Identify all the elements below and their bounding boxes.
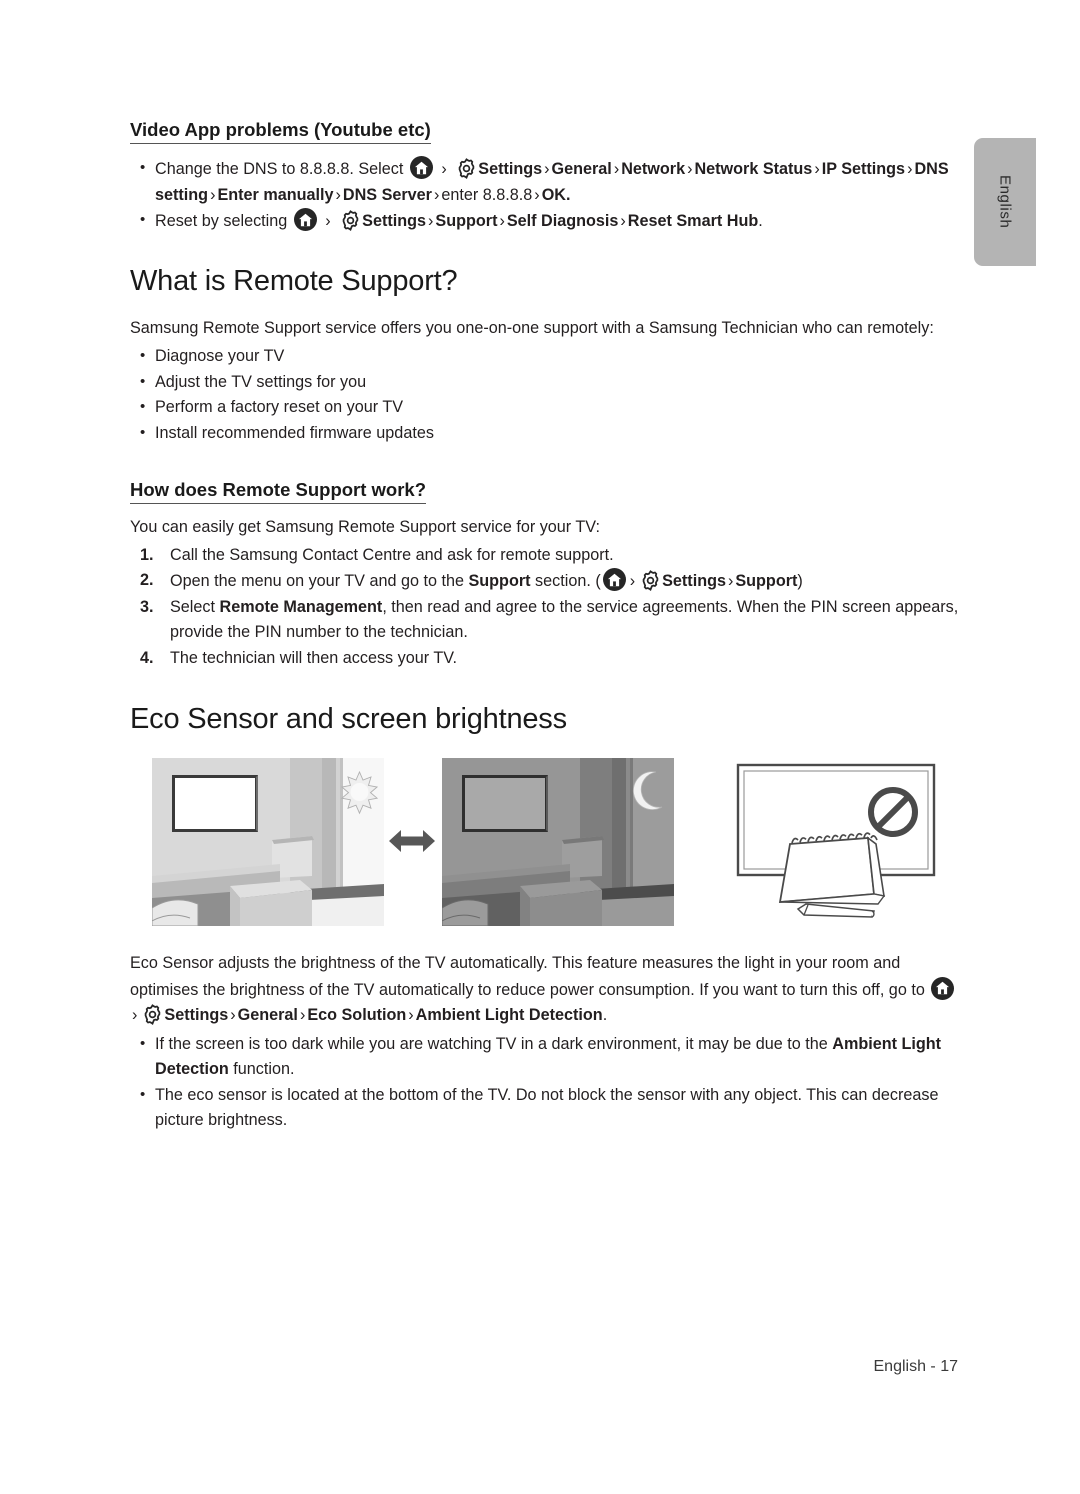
path-separator: › <box>814 160 820 179</box>
bullet-lead-text: Change the DNS to 8.8.8.8. Select <box>155 160 404 179</box>
path-item: Reset Smart Hub <box>627 212 759 231</box>
step-text: Call the Samsung Contact Centre and ask … <box>170 545 614 564</box>
step-text-bold: Support <box>468 572 531 591</box>
bullet-pre: The eco sensor is located at the bottom … <box>155 1085 939 1130</box>
how-it-works-step-list: 1. Call the Samsung Contact Centre and a… <box>130 543 960 672</box>
list-item: Reset by selecting › Settings›Support›Se… <box>130 207 960 235</box>
eco-sensor-bullet-list: If the screen is too dark while you are … <box>130 1031 960 1134</box>
remote-support-bullet-list: Diagnose your TV Adjust the TV settings … <box>130 343 960 447</box>
gear-icon <box>142 1004 163 1026</box>
bullet-pre: If the screen is too dark while you are … <box>155 1034 833 1053</box>
double-arrow-icon <box>388 826 436 856</box>
page-footer: English - 17 <box>0 1358 1080 1376</box>
step-number: 1. <box>140 545 154 564</box>
home-icon <box>602 568 626 592</box>
step-text-bold: Remote Management <box>219 597 383 616</box>
bullet-post: function. <box>228 1060 295 1079</box>
path-item: Ambient Light Detection <box>415 1006 603 1025</box>
path-separator: › <box>544 160 550 179</box>
list-item: If the screen is too dark while you are … <box>130 1031 960 1083</box>
path-separator: › <box>299 1006 306 1025</box>
video-app-bullet-list: Change the DNS to 8.8.8.8. Select › Sett… <box>130 155 960 235</box>
path-item: Settings <box>164 1006 229 1025</box>
path-separator: › <box>620 212 626 231</box>
path-item: IP Settings <box>821 160 906 179</box>
language-tab-label: English <box>996 175 1014 229</box>
path-separator: › <box>428 212 434 231</box>
path-item: General <box>237 1006 298 1025</box>
bullet-tail-end: . <box>758 212 763 231</box>
subheading-video-app-problems: Video App problems (Youtube etc) <box>130 118 431 145</box>
list-item: 4. The technician will then access your … <box>130 646 960 672</box>
how-it-works-intro: You can easily get Samsung Remote Suppor… <box>130 518 600 537</box>
illustration-bright-room <box>152 758 384 927</box>
list-item: Diagnose your TV <box>130 343 960 370</box>
bullet-tail-text: enter 8.8.8.8 <box>441 185 533 204</box>
page-title-remote-support: What is Remote Support? <box>130 264 458 297</box>
list-item: 1. Call the Samsung Contact Centre and a… <box>130 543 960 569</box>
path-item: Settings <box>478 160 543 179</box>
gear-icon <box>640 570 661 592</box>
list-item: 3. Select Remote Management, then read an… <box>130 595 960 646</box>
home-icon <box>931 976 955 1000</box>
path-separator: › <box>727 572 734 591</box>
path-separator: › <box>408 1006 414 1025</box>
remote-support-intro: Samsung Remote Support service offers yo… <box>130 318 934 337</box>
path-separator: › <box>499 212 505 231</box>
path-item: Network Status <box>694 160 813 179</box>
illustration-blocked-sensor <box>724 758 959 927</box>
path-item: Self Diagnosis <box>506 212 619 231</box>
path-item: Settings <box>662 572 726 591</box>
path-item: Eco Solution <box>307 1006 407 1025</box>
home-icon <box>293 208 317 232</box>
step-text-pre: Select <box>170 597 220 616</box>
step-text-mid: section. ( <box>530 572 601 591</box>
list-item: Change the DNS to 8.8.8.8. Select › Sett… <box>130 155 960 208</box>
step-text-pre: Open the menu on your TV and go to the <box>170 572 469 591</box>
list-item: The eco sensor is located at the bottom … <box>130 1082 960 1134</box>
path-separator: › <box>613 160 620 179</box>
eco-sensor-paragraph: Eco Sensor adjusts the brightness of the… <box>130 951 960 1029</box>
step-number: 2. <box>140 571 154 590</box>
path-item: DNS Server <box>342 185 432 204</box>
path-item: Settings <box>362 212 427 231</box>
step-text: The technician will then access your TV. <box>170 648 458 667</box>
bullet-tail-end: OK. <box>541 185 571 204</box>
path-item: Support <box>435 212 498 231</box>
path-item: General <box>551 160 612 179</box>
step-number: 3. <box>140 597 154 616</box>
path-item: Network <box>621 160 686 179</box>
path-separator: › <box>629 572 636 591</box>
page-title-eco-sensor: Eco Sensor and screen brightness <box>130 703 567 736</box>
illustration-dark-room <box>442 758 674 927</box>
path-separator: › <box>230 1006 236 1025</box>
page-number-label: English - 17 <box>873 1358 959 1375</box>
language-tab: English <box>974 138 1036 266</box>
eco-sensor-illustrations <box>130 758 960 933</box>
path-item: Enter manually <box>217 185 334 204</box>
path-separator: › <box>325 212 331 231</box>
list-item: Install recommended firmware updates <box>130 420 960 447</box>
bullet-lead-text: Reset by selecting <box>155 212 288 231</box>
list-item: Perform a factory reset on your TV <box>130 394 960 421</box>
path-separator: › <box>534 185 540 204</box>
home-icon <box>409 156 433 180</box>
list-item: 2. Open the menu on your TV and go to the… <box>130 568 960 595</box>
path-separator: › <box>434 185 440 204</box>
eco-paragraph-post: . <box>602 1006 608 1025</box>
path-separator: › <box>335 185 341 204</box>
step-text-post: ) <box>797 572 803 591</box>
path-item: Support <box>735 572 798 591</box>
gear-icon <box>340 210 361 232</box>
subheading-how-remote-support-works: How does Remote Support work? <box>130 478 427 505</box>
eco-paragraph-pre: Eco Sensor adjusts the brightness of the… <box>130 954 925 999</box>
path-separator: › <box>441 160 447 179</box>
page-content: Video App problems (Youtube etc) Change … <box>130 118 960 1134</box>
step-number: 4. <box>140 648 154 667</box>
list-item: Adjust the TV settings for you <box>130 369 960 396</box>
gear-icon <box>456 158 477 180</box>
path-separator: › <box>132 1006 138 1025</box>
